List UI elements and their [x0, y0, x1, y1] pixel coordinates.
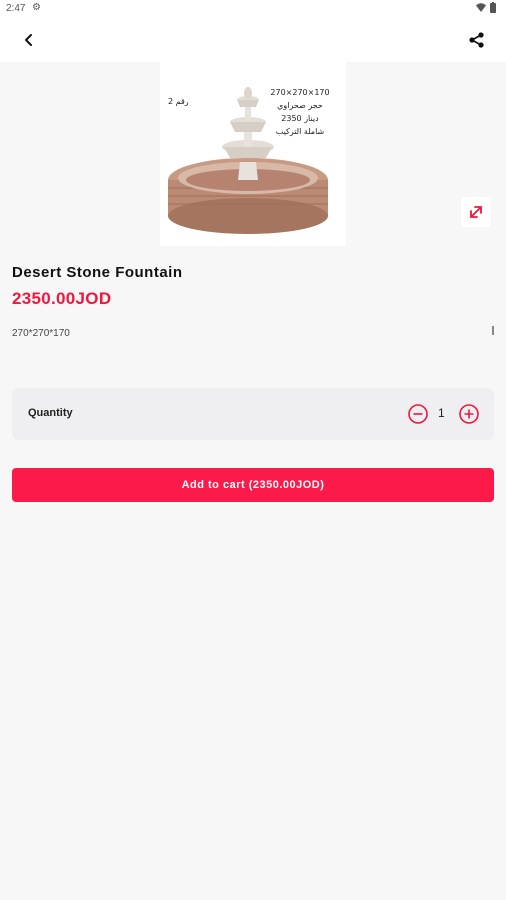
- image-caption-line: 270×270×170: [270, 88, 330, 97]
- add-to-cart-button[interactable]: Add to cart (2350.00JOD): [12, 468, 494, 502]
- product-image[interactable]: 270×270×170 حجر صحراوي 2350 دينار شاملة …: [160, 62, 346, 246]
- decrease-quantity-icon[interactable]: [407, 403, 429, 425]
- product-price: 2350.00JOD: [12, 289, 112, 308]
- product-title: Desert Stone Fountain: [12, 264, 183, 281]
- increase-quantity-icon[interactable]: [458, 403, 480, 425]
- image-caption-line: شاملة التركيب: [275, 127, 325, 136]
- quantity-label: Quantity: [28, 407, 73, 419]
- product-description: 270*270*170: [12, 328, 70, 339]
- app-bar: [0, 18, 506, 62]
- image-caption-line: حجر صحراوي: [277, 101, 323, 110]
- quantity-card: Quantity 1: [12, 388, 494, 440]
- status-time: 2:47: [6, 3, 26, 14]
- back-arrow-icon[interactable]: [18, 29, 40, 51]
- image-caption-line: 2350 دينار: [281, 114, 319, 123]
- share-icon[interactable]: [466, 29, 488, 51]
- battery-icon: [490, 2, 496, 13]
- scroll-indicator: [492, 326, 494, 335]
- settings-gear-icon: ⚙: [32, 2, 41, 13]
- status-icons: [476, 2, 496, 13]
- wifi-icon: [476, 3, 486, 12]
- expand-icon: [470, 206, 482, 218]
- quantity-value: 1: [438, 406, 445, 420]
- image-tag: رقم 2: [168, 97, 189, 106]
- expand-image-button[interactable]: [461, 197, 491, 227]
- image-caption: 270×270×170 حجر صحراوي 2350 دينار شاملة …: [260, 86, 340, 138]
- status-bar: 2:47 ⚙: [0, 0, 506, 18]
